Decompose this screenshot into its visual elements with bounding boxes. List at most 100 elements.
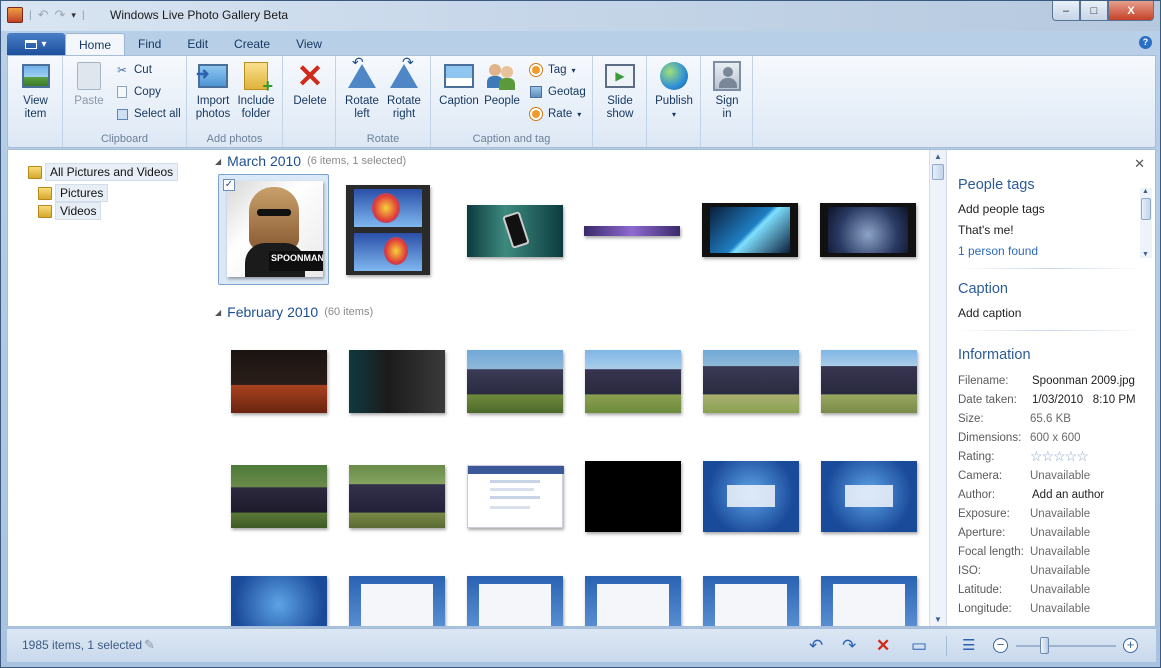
tab-home[interactable]: Home <box>65 33 126 55</box>
video-thumbnail[interactable] <box>820 203 916 257</box>
minimize-button[interactable]: – <box>1052 1 1080 21</box>
photo-thumbnail[interactable] <box>231 350 327 413</box>
pencil-icon[interactable]: ✎ <box>144 637 155 653</box>
screenshot-thumbnail[interactable] <box>349 576 445 626</box>
slideshow-button[interactable]: ▶ Slide show <box>601 60 639 121</box>
zoom-slider-thumb[interactable] <box>1040 637 1049 654</box>
people-button[interactable]: People <box>483 60 521 108</box>
nav-item-all-pictures-videos[interactable]: All Pictures and Videos <box>28 163 179 181</box>
add-caption-field[interactable]: Add caption <box>958 306 1021 320</box>
nav-item-pictures[interactable]: Pictures <box>38 184 109 202</box>
gallery-scrollbar[interactable]: ▲ ▼ <box>929 150 946 626</box>
app-icon[interactable] <box>7 7 23 23</box>
rating-stars[interactable]: ☆☆☆☆☆ <box>1030 448 1089 465</box>
screenshot-thumbnail[interactable] <box>821 461 917 532</box>
nav-item-label: Pictures <box>55 184 109 202</box>
tab-edit[interactable]: Edit <box>174 33 221 55</box>
select-all-button[interactable]: Select all <box>115 107 181 121</box>
scroll-up-icon[interactable]: ▲ <box>934 152 942 161</box>
screenshot-thumbnail[interactable] <box>703 576 799 626</box>
slideshow-icon: ▶ <box>604 60 636 92</box>
info-value-date-taken[interactable]: 1/03/2010 8:10 PM <box>1032 394 1136 406</box>
picture-icon <box>20 60 52 92</box>
delete-button[interactable]: ✕ Delete <box>291 60 329 108</box>
video-thumbnail[interactable] <box>346 185 430 275</box>
info-key: Size: <box>958 413 984 425</box>
scrollbar-thumb[interactable] <box>932 164 944 180</box>
zoom-slider-track[interactable] <box>1016 645 1116 647</box>
undo-icon[interactable]: ↶ <box>38 7 49 23</box>
tab-create[interactable]: Create <box>221 33 283 55</box>
details-view-icon[interactable]: ☰ <box>962 637 975 654</box>
selection-checkbox[interactable]: ✓ <box>223 179 235 191</box>
screenshot-thumbnail[interactable] <box>467 465 564 528</box>
screenshot-thumbnail[interactable] <box>231 576 327 626</box>
close-pane-icon[interactable]: ✕ <box>1134 156 1145 172</box>
tag-button[interactable]: Tag ▾ <box>529 63 576 77</box>
info-value-latitude: Unavailable <box>1030 584 1091 596</box>
group-caption-tag: Caption People Tag ▾ Geotag Rate ▾ Capti… <box>431 56 593 147</box>
close-button[interactable]: X <box>1108 1 1154 21</box>
photo-thumbnail[interactable] <box>821 350 917 413</box>
screenshot-thumbnail[interactable] <box>585 576 681 626</box>
paste-button[interactable]: Paste <box>71 60 107 108</box>
qat-dropdown-icon[interactable]: ▾ <box>71 10 76 21</box>
redo-icon[interactable]: ↷ <box>55 7 66 23</box>
app-menu-button[interactable]: ▾ <box>7 33 65 55</box>
info-value-filename[interactable]: Spoonman 2009.jpg <box>1032 375 1135 387</box>
include-folder-button[interactable]: + Include folder <box>235 60 277 121</box>
video-thumbnail[interactable] <box>585 461 681 532</box>
zoom-out-icon[interactable]: − <box>993 638 1008 653</box>
photo-thumbnail[interactable] <box>585 350 681 413</box>
tab-find[interactable]: Find <box>125 33 174 55</box>
video-thumbnail[interactable] <box>702 203 798 257</box>
slideshow-icon[interactable]: ▭ <box>911 637 927 654</box>
photo-thumbnail[interactable] <box>231 465 327 528</box>
caption-button[interactable]: Caption <box>437 60 481 108</box>
sign-in-button[interactable]: Sign in <box>709 60 745 121</box>
help-icon[interactable]: ? <box>1139 36 1152 49</box>
maximize-button[interactable]: □ <box>1080 1 1108 21</box>
rotate-right-button[interactable]: ↷ Rotate right <box>384 55 424 121</box>
photo-thumbnail[interactable] <box>703 350 799 413</box>
person-found-link[interactable]: 1 person found <box>958 244 1038 258</box>
view-item-button[interactable]: View item <box>18 60 53 121</box>
photo-thumbnail[interactable] <box>467 350 563 413</box>
caption-icon <box>443 60 475 92</box>
scroll-down-icon[interactable]: ▼ <box>1142 251 1149 258</box>
cut-button[interactable]: ✂ Cut <box>115 63 152 77</box>
screenshot-thumbnail[interactable] <box>467 576 563 626</box>
scrollbar-thumb[interactable] <box>1141 198 1151 220</box>
scroll-down-icon[interactable]: ▼ <box>934 615 942 624</box>
tab-view[interactable]: View <box>283 33 335 55</box>
copy-button[interactable]: Copy <box>115 85 161 99</box>
video-thumbnail[interactable] <box>584 226 680 236</box>
zoom-in-icon[interactable]: + <box>1123 638 1138 653</box>
publish-button[interactable]: Publish ▾ <box>653 60 695 121</box>
group-header-march-2010[interactable]: ◢ March 2010 (6 items, 1 selected) <box>215 153 406 169</box>
photo-thumbnail[interactable]: SPOONMAN <box>227 181 323 277</box>
photo-thumbnail[interactable] <box>349 465 445 528</box>
delete-icon: ✕ <box>296 58 324 94</box>
import-photos-button[interactable]: ➜ Import photos <box>193 60 233 121</box>
rotate-right-icon[interactable]: ↷ <box>842 637 856 654</box>
thats-me-link[interactable]: That's me! <box>958 223 1014 237</box>
nav-item-videos[interactable]: Videos <box>38 202 102 220</box>
screenshot-thumbnail[interactable] <box>821 576 917 626</box>
rotate-left-icon[interactable]: ↶ <box>809 637 823 654</box>
people-tags-scrollbar[interactable]: ▲ ▼ <box>1140 188 1152 258</box>
add-author-field[interactable]: Add an author <box>1032 489 1104 501</box>
screenshot-thumbnail[interactable] <box>703 461 799 532</box>
info-key: Author: <box>958 489 996 501</box>
rotate-left-button[interactable]: ↶ Rotate left <box>342 55 382 121</box>
geotag-button[interactable]: Geotag <box>529 85 586 99</box>
scroll-up-icon[interactable]: ▲ <box>1142 188 1149 195</box>
video-thumbnail[interactable] <box>467 205 563 257</box>
photo-thumbnail[interactable] <box>349 350 445 413</box>
folder-icon <box>38 204 52 218</box>
rate-button[interactable]: Rate ▾ <box>529 107 581 121</box>
add-people-tags-link[interactable]: Add people tags <box>958 202 1045 216</box>
group-header-february-2010[interactable]: ◢ February 2010 (60 items) <box>215 304 373 320</box>
delete-icon[interactable]: ✕ <box>876 637 890 654</box>
section-divider <box>955 268 1145 269</box>
